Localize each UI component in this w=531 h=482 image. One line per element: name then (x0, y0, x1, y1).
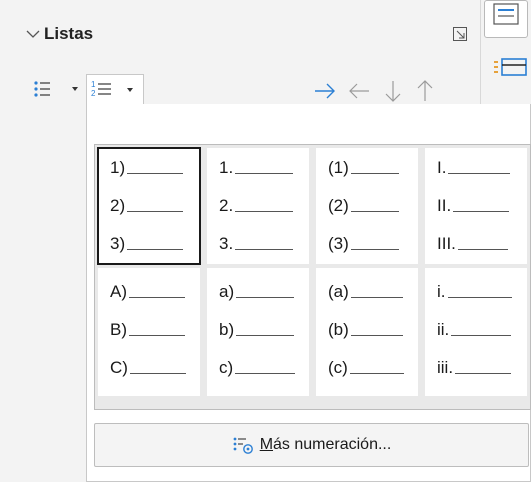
panel-title: Listas (44, 24, 94, 43)
ordered-list-icon: 1 2 (91, 80, 133, 98)
list-item-label: a) (219, 282, 235, 301)
dropdown-arrow-icon (72, 87, 78, 91)
toggle-numbering-button[interactable]: 1 2 (86, 74, 144, 104)
numbering-styles-grid: 1) 2) 3) 1. 2. 3. (1) (2) (3) I. II. III… (94, 144, 531, 410)
numbering-style-6[interactable]: a) b) c) (207, 268, 309, 396)
list-item-label: 1. (219, 158, 234, 177)
list-item-label: (b) (328, 320, 349, 339)
more-numbering-button[interactable]: Más numeración... (94, 423, 529, 467)
properties-icon (493, 3, 519, 25)
list-item-label: (1) (328, 158, 349, 177)
list-item-label: 2) (110, 196, 126, 215)
numbering-style-4[interactable]: I. II. III. (425, 148, 527, 264)
list-item-label: b) (219, 320, 235, 339)
move-up-icon[interactable] (412, 79, 438, 103)
numbering-style-3[interactable]: (1) (2) (3) (316, 148, 418, 264)
unordered-list-icon (34, 81, 78, 97)
numbering-settings-icon (233, 437, 253, 454)
numbering-style-1[interactable]: 1) 2) 3) (97, 147, 201, 265)
chevron-down-icon[interactable] (26, 27, 40, 41)
numbering-style-5[interactable]: A) B) C) (98, 268, 200, 396)
more-button-label: ás numeración... (273, 436, 392, 453)
promote-icon[interactable] (346, 79, 372, 103)
list-item-label: (c) (328, 358, 348, 377)
list-item-label: (3) (328, 234, 349, 253)
move-down-icon[interactable] (380, 79, 406, 103)
svg-text:2: 2 (91, 89, 96, 98)
numbering-style-8[interactable]: i. ii. iii. (425, 268, 527, 396)
dropdown-arrow-icon (127, 88, 133, 92)
list-toolbar: 1 2 (0, 64, 480, 104)
svg-text:1: 1 (91, 80, 96, 89)
list-item-label: (a) (328, 282, 349, 301)
list-item-label: II. (437, 196, 452, 215)
list-item-label: 1) (110, 158, 126, 177)
demote-icon[interactable] (312, 79, 338, 103)
deck-styles-button[interactable] (484, 52, 528, 88)
list-item-label: ii. (437, 320, 450, 339)
list-item-label: i. (437, 282, 446, 301)
more-options-icon[interactable] (452, 26, 468, 42)
list-item-label: iii. (437, 358, 454, 377)
list-item-label: B) (110, 320, 127, 339)
panel-header: Listas (0, 0, 480, 62)
numbering-style-2[interactable]: 1. 2. 3. (207, 148, 309, 264)
list-item-label: 3) (110, 234, 126, 253)
list-item-label: I. (437, 158, 447, 177)
list-indent-icon (494, 58, 527, 76)
more-button-mnemonic: M (259, 436, 274, 453)
list-item-label: A) (110, 282, 127, 301)
list-item-label: 2. (219, 196, 234, 215)
list-item-label: c) (219, 358, 234, 377)
toggle-bullets-button[interactable] (30, 76, 84, 102)
list-item-label: 3. (219, 234, 234, 253)
list-item-label: C) (110, 358, 128, 377)
numbering-style-7[interactable]: (a) (b) (c) (316, 268, 418, 396)
list-item-label: (2) (328, 196, 349, 215)
deck-properties-button[interactable] (484, 0, 528, 38)
list-item-label: III. (437, 234, 456, 253)
